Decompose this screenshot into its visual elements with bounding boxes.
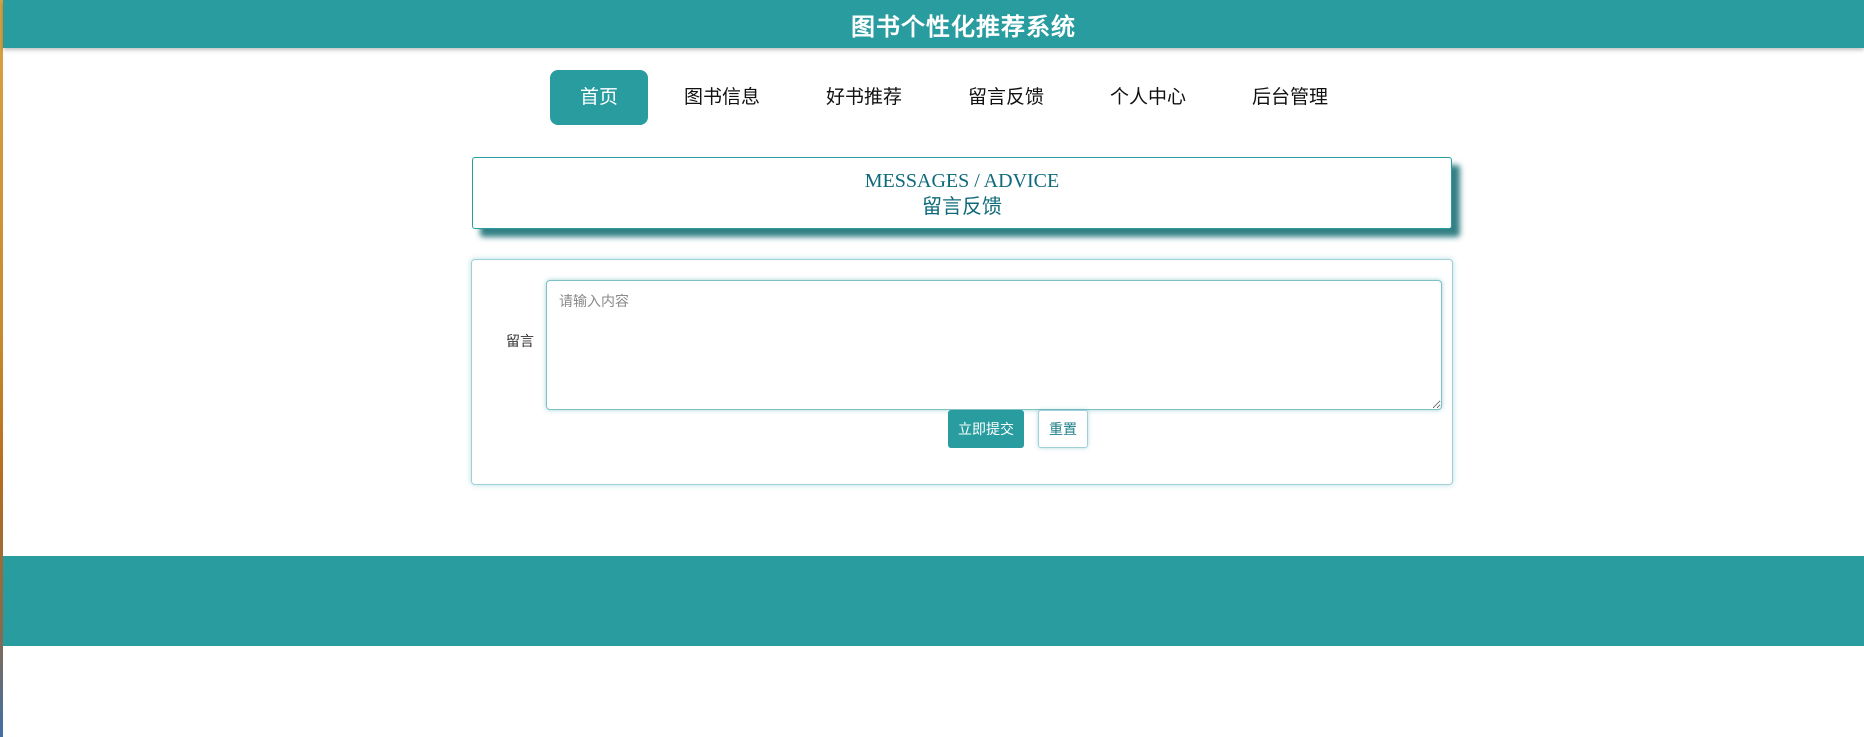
nav-item-admin[interactable]: 后台管理 <box>1222 70 1358 125</box>
footer-bar <box>3 556 1864 646</box>
nav-items: 首页 图书信息 好书推荐 留言反馈 个人中心 后台管理 <box>549 70 1364 125</box>
site-title: 图书个性化推荐系统 <box>851 12 1076 41</box>
nav-item-book-info[interactable]: 图书信息 <box>654 70 790 125</box>
nav-item-personal-center[interactable]: 个人中心 <box>1080 70 1216 125</box>
message-input[interactable] <box>546 280 1442 410</box>
submit-button[interactable]: 立即提交 <box>948 410 1024 448</box>
nav-item-feedback[interactable]: 留言反馈 <box>938 70 1074 125</box>
nav-item-recommendations[interactable]: 好书推荐 <box>796 70 932 125</box>
nav-item-home[interactable]: 首页 <box>549 70 648 125</box>
message-label: 留言 <box>506 334 534 350</box>
feedback-form: 留言 立即提交 重置 <box>471 259 1453 485</box>
banner-title-zh: 留言反馈 <box>922 196 1002 218</box>
banner-title-en: MESSAGES / ADVICE <box>864 170 1060 192</box>
section-banner: MESSAGES / ADVICE 留言反馈 <box>472 157 1452 229</box>
top-header-bar: 图书个性化推荐系统 <box>3 0 1864 48</box>
reset-button[interactable]: 重置 <box>1038 410 1088 448</box>
main-nav: 首页 图书信息 好书推荐 留言反馈 个人中心 后台管理 <box>0 70 1864 125</box>
